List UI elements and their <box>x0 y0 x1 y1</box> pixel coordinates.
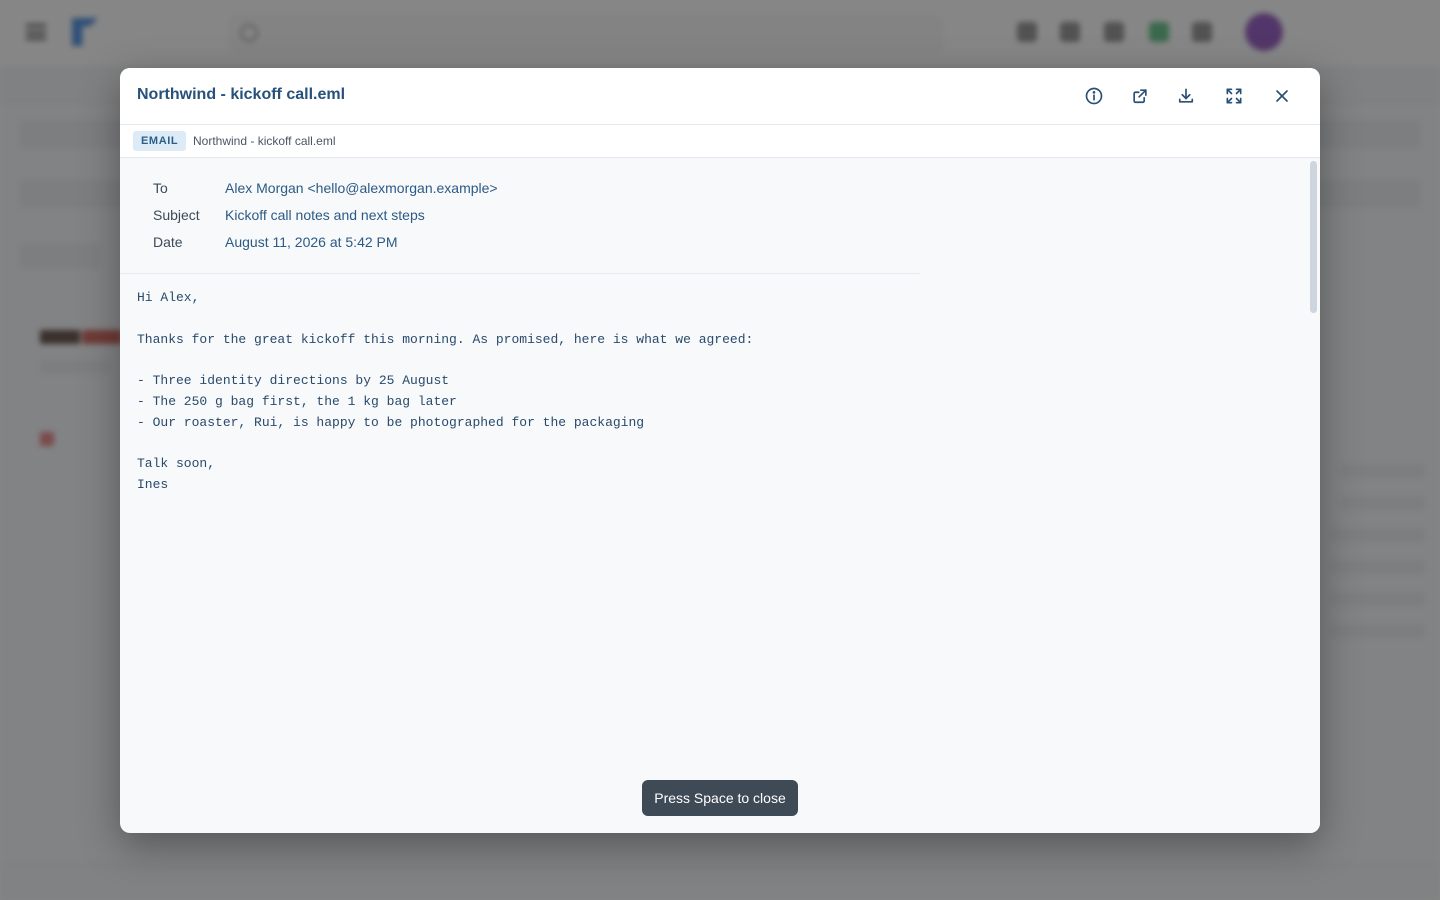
close-icon <box>1276 90 1288 102</box>
email-headers: To Alex Morgan <hello@alexmorgan.example… <box>120 158 920 274</box>
email-preview: To Alex Morgan <hello@alexmorgan.example… <box>120 158 1308 833</box>
modal-title: Northwind - kickoff call.eml <box>137 86 346 103</box>
fullscreen-icon <box>1226 88 1242 104</box>
header-label: Date <box>153 234 183 250</box>
file-type-badge: EMAIL <box>133 131 187 151</box>
header-value: August 11, 2026 at 5:42 PM <box>225 234 398 250</box>
open-external-button[interactable] <box>1127 83 1153 109</box>
close-hint-toast: Press Space to close <box>642 780 798 816</box>
email-body: Hi Alex, Thanks for the great kickoff th… <box>137 290 754 493</box>
file-preview-modal: Northwind - kickoff call.eml EMAIL North… <box>120 68 1320 833</box>
header-label: To <box>153 180 168 196</box>
download-button[interactable] <box>1173 83 1199 109</box>
external-link-icon <box>1133 89 1147 104</box>
scrollbar-thumb[interactable] <box>1310 161 1317 313</box>
file-name: Northwind - kickoff call.eml <box>193 134 336 148</box>
download-icon <box>1178 88 1194 103</box>
modal-header: Northwind - kickoff call.eml <box>120 68 1320 125</box>
file-info-bar: EMAIL Northwind - kickoff call.eml <box>120 125 1320 158</box>
header-value: Alex Morgan <hello@alexmorgan.example> <box>225 180 498 196</box>
info-button[interactable] <box>1081 83 1107 109</box>
header-value: Kickoff call notes and next steps <box>225 207 425 223</box>
fullscreen-button[interactable] <box>1221 83 1247 109</box>
info-icon <box>1085 87 1103 105</box>
header-label: Subject <box>153 207 200 223</box>
close-button[interactable] <box>1269 83 1295 109</box>
